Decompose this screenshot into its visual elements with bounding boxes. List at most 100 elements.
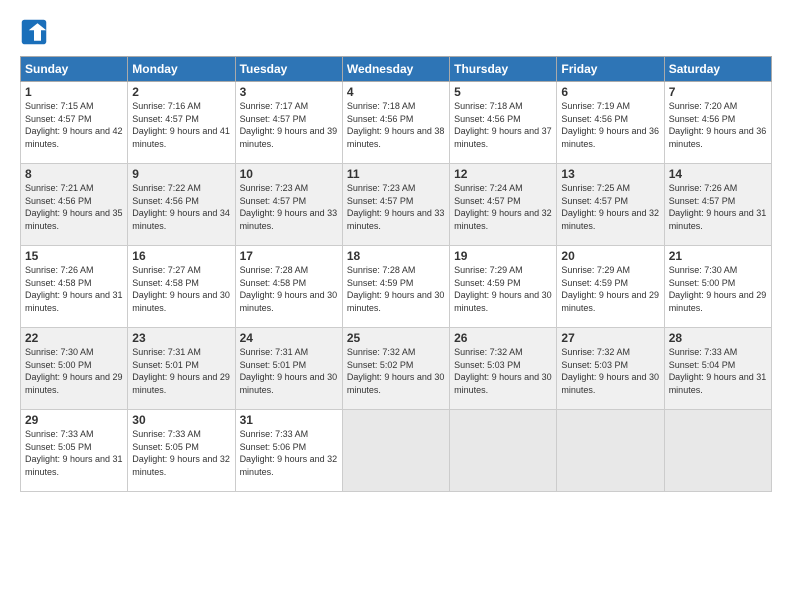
day-number: 24 — [240, 331, 338, 345]
calendar-cell: 20 Sunrise: 7:29 AM Sunset: 4:59 PM Dayl… — [557, 246, 664, 328]
weekday-header: Wednesday — [342, 57, 449, 82]
day-number: 2 — [132, 85, 230, 99]
day-number: 8 — [25, 167, 123, 181]
day-info: Sunrise: 7:28 AM Sunset: 4:59 PM Dayligh… — [347, 264, 445, 314]
weekday-header: Saturday — [664, 57, 771, 82]
day-info: Sunrise: 7:31 AM Sunset: 5:01 PM Dayligh… — [132, 346, 230, 396]
calendar-cell: 17 Sunrise: 7:28 AM Sunset: 4:58 PM Dayl… — [235, 246, 342, 328]
day-info: Sunrise: 7:29 AM Sunset: 4:59 PM Dayligh… — [561, 264, 659, 314]
day-info: Sunrise: 7:18 AM Sunset: 4:56 PM Dayligh… — [454, 100, 552, 150]
calendar-cell: 4 Sunrise: 7:18 AM Sunset: 4:56 PM Dayli… — [342, 82, 449, 164]
calendar-body: 1 Sunrise: 7:15 AM Sunset: 4:57 PM Dayli… — [21, 82, 772, 492]
logo — [20, 18, 52, 46]
day-info: Sunrise: 7:33 AM Sunset: 5:05 PM Dayligh… — [25, 428, 123, 478]
page: SundayMondayTuesdayWednesdayThursdayFrid… — [0, 0, 792, 612]
day-info: Sunrise: 7:30 AM Sunset: 5:00 PM Dayligh… — [25, 346, 123, 396]
day-info: Sunrise: 7:23 AM Sunset: 4:57 PM Dayligh… — [240, 182, 338, 232]
day-number: 15 — [25, 249, 123, 263]
day-number: 17 — [240, 249, 338, 263]
weekday-header: Sunday — [21, 57, 128, 82]
weekday-header: Tuesday — [235, 57, 342, 82]
day-number: 1 — [25, 85, 123, 99]
day-number: 25 — [347, 331, 445, 345]
day-info: Sunrise: 7:29 AM Sunset: 4:59 PM Dayligh… — [454, 264, 552, 314]
calendar-cell: 13 Sunrise: 7:25 AM Sunset: 4:57 PM Dayl… — [557, 164, 664, 246]
calendar-cell: 2 Sunrise: 7:16 AM Sunset: 4:57 PM Dayli… — [128, 82, 235, 164]
day-number: 20 — [561, 249, 659, 263]
day-number: 21 — [669, 249, 767, 263]
day-number: 31 — [240, 413, 338, 427]
day-info: Sunrise: 7:26 AM Sunset: 4:58 PM Dayligh… — [25, 264, 123, 314]
calendar-cell: 27 Sunrise: 7:32 AM Sunset: 5:03 PM Dayl… — [557, 328, 664, 410]
day-number: 7 — [669, 85, 767, 99]
calendar-cell — [342, 410, 449, 492]
day-info: Sunrise: 7:18 AM Sunset: 4:56 PM Dayligh… — [347, 100, 445, 150]
weekday-header: Thursday — [450, 57, 557, 82]
header — [20, 18, 772, 46]
day-info: Sunrise: 7:26 AM Sunset: 4:57 PM Dayligh… — [669, 182, 767, 232]
day-info: Sunrise: 7:19 AM Sunset: 4:56 PM Dayligh… — [561, 100, 659, 150]
day-info: Sunrise: 7:21 AM Sunset: 4:56 PM Dayligh… — [25, 182, 123, 232]
calendar-table: SundayMondayTuesdayWednesdayThursdayFrid… — [20, 56, 772, 492]
day-info: Sunrise: 7:31 AM Sunset: 5:01 PM Dayligh… — [240, 346, 338, 396]
calendar-cell: 14 Sunrise: 7:26 AM Sunset: 4:57 PM Dayl… — [664, 164, 771, 246]
calendar-cell: 23 Sunrise: 7:31 AM Sunset: 5:01 PM Dayl… — [128, 328, 235, 410]
calendar-header-row: SundayMondayTuesdayWednesdayThursdayFrid… — [21, 57, 772, 82]
day-number: 9 — [132, 167, 230, 181]
calendar-cell: 16 Sunrise: 7:27 AM Sunset: 4:58 PM Dayl… — [128, 246, 235, 328]
day-number: 22 — [25, 331, 123, 345]
calendar-cell: 18 Sunrise: 7:28 AM Sunset: 4:59 PM Dayl… — [342, 246, 449, 328]
calendar-cell: 3 Sunrise: 7:17 AM Sunset: 4:57 PM Dayli… — [235, 82, 342, 164]
day-number: 28 — [669, 331, 767, 345]
day-info: Sunrise: 7:32 AM Sunset: 5:02 PM Dayligh… — [347, 346, 445, 396]
day-number: 23 — [132, 331, 230, 345]
calendar-cell: 15 Sunrise: 7:26 AM Sunset: 4:58 PM Dayl… — [21, 246, 128, 328]
calendar-cell: 5 Sunrise: 7:18 AM Sunset: 4:56 PM Dayli… — [450, 82, 557, 164]
day-number: 13 — [561, 167, 659, 181]
weekday-header: Monday — [128, 57, 235, 82]
calendar-cell: 31 Sunrise: 7:33 AM Sunset: 5:06 PM Dayl… — [235, 410, 342, 492]
day-info: Sunrise: 7:17 AM Sunset: 4:57 PM Dayligh… — [240, 100, 338, 150]
day-info: Sunrise: 7:27 AM Sunset: 4:58 PM Dayligh… — [132, 264, 230, 314]
day-info: Sunrise: 7:23 AM Sunset: 4:57 PM Dayligh… — [347, 182, 445, 232]
calendar-cell: 28 Sunrise: 7:33 AM Sunset: 5:04 PM Dayl… — [664, 328, 771, 410]
day-info: Sunrise: 7:20 AM Sunset: 4:56 PM Dayligh… — [669, 100, 767, 150]
day-number: 4 — [347, 85, 445, 99]
day-number: 19 — [454, 249, 552, 263]
calendar-cell: 10 Sunrise: 7:23 AM Sunset: 4:57 PM Dayl… — [235, 164, 342, 246]
day-info: Sunrise: 7:33 AM Sunset: 5:04 PM Dayligh… — [669, 346, 767, 396]
calendar-cell: 8 Sunrise: 7:21 AM Sunset: 4:56 PM Dayli… — [21, 164, 128, 246]
day-info: Sunrise: 7:33 AM Sunset: 5:05 PM Dayligh… — [132, 428, 230, 478]
day-number: 11 — [347, 167, 445, 181]
calendar-cell: 29 Sunrise: 7:33 AM Sunset: 5:05 PM Dayl… — [21, 410, 128, 492]
day-info: Sunrise: 7:30 AM Sunset: 5:00 PM Dayligh… — [669, 264, 767, 314]
day-number: 30 — [132, 413, 230, 427]
weekday-header: Friday — [557, 57, 664, 82]
day-info: Sunrise: 7:25 AM Sunset: 4:57 PM Dayligh… — [561, 182, 659, 232]
calendar-cell: 26 Sunrise: 7:32 AM Sunset: 5:03 PM Dayl… — [450, 328, 557, 410]
day-number: 18 — [347, 249, 445, 263]
calendar-cell: 7 Sunrise: 7:20 AM Sunset: 4:56 PM Dayli… — [664, 82, 771, 164]
calendar-cell: 24 Sunrise: 7:31 AM Sunset: 5:01 PM Dayl… — [235, 328, 342, 410]
day-number: 16 — [132, 249, 230, 263]
day-info: Sunrise: 7:15 AM Sunset: 4:57 PM Dayligh… — [25, 100, 123, 150]
day-number: 12 — [454, 167, 552, 181]
calendar-week-row: 29 Sunrise: 7:33 AM Sunset: 5:05 PM Dayl… — [21, 410, 772, 492]
calendar-week-row: 22 Sunrise: 7:30 AM Sunset: 5:00 PM Dayl… — [21, 328, 772, 410]
calendar-cell: 1 Sunrise: 7:15 AM Sunset: 4:57 PM Dayli… — [21, 82, 128, 164]
calendar-cell: 30 Sunrise: 7:33 AM Sunset: 5:05 PM Dayl… — [128, 410, 235, 492]
day-info: Sunrise: 7:16 AM Sunset: 4:57 PM Dayligh… — [132, 100, 230, 150]
day-number: 10 — [240, 167, 338, 181]
calendar-week-row: 1 Sunrise: 7:15 AM Sunset: 4:57 PM Dayli… — [21, 82, 772, 164]
calendar-week-row: 8 Sunrise: 7:21 AM Sunset: 4:56 PM Dayli… — [21, 164, 772, 246]
day-info: Sunrise: 7:32 AM Sunset: 5:03 PM Dayligh… — [454, 346, 552, 396]
calendar-cell — [664, 410, 771, 492]
day-info: Sunrise: 7:24 AM Sunset: 4:57 PM Dayligh… — [454, 182, 552, 232]
day-number: 6 — [561, 85, 659, 99]
calendar-cell: 22 Sunrise: 7:30 AM Sunset: 5:00 PM Dayl… — [21, 328, 128, 410]
day-number: 5 — [454, 85, 552, 99]
calendar-cell: 6 Sunrise: 7:19 AM Sunset: 4:56 PM Dayli… — [557, 82, 664, 164]
calendar-cell: 9 Sunrise: 7:22 AM Sunset: 4:56 PM Dayli… — [128, 164, 235, 246]
calendar-cell — [557, 410, 664, 492]
day-number: 27 — [561, 331, 659, 345]
